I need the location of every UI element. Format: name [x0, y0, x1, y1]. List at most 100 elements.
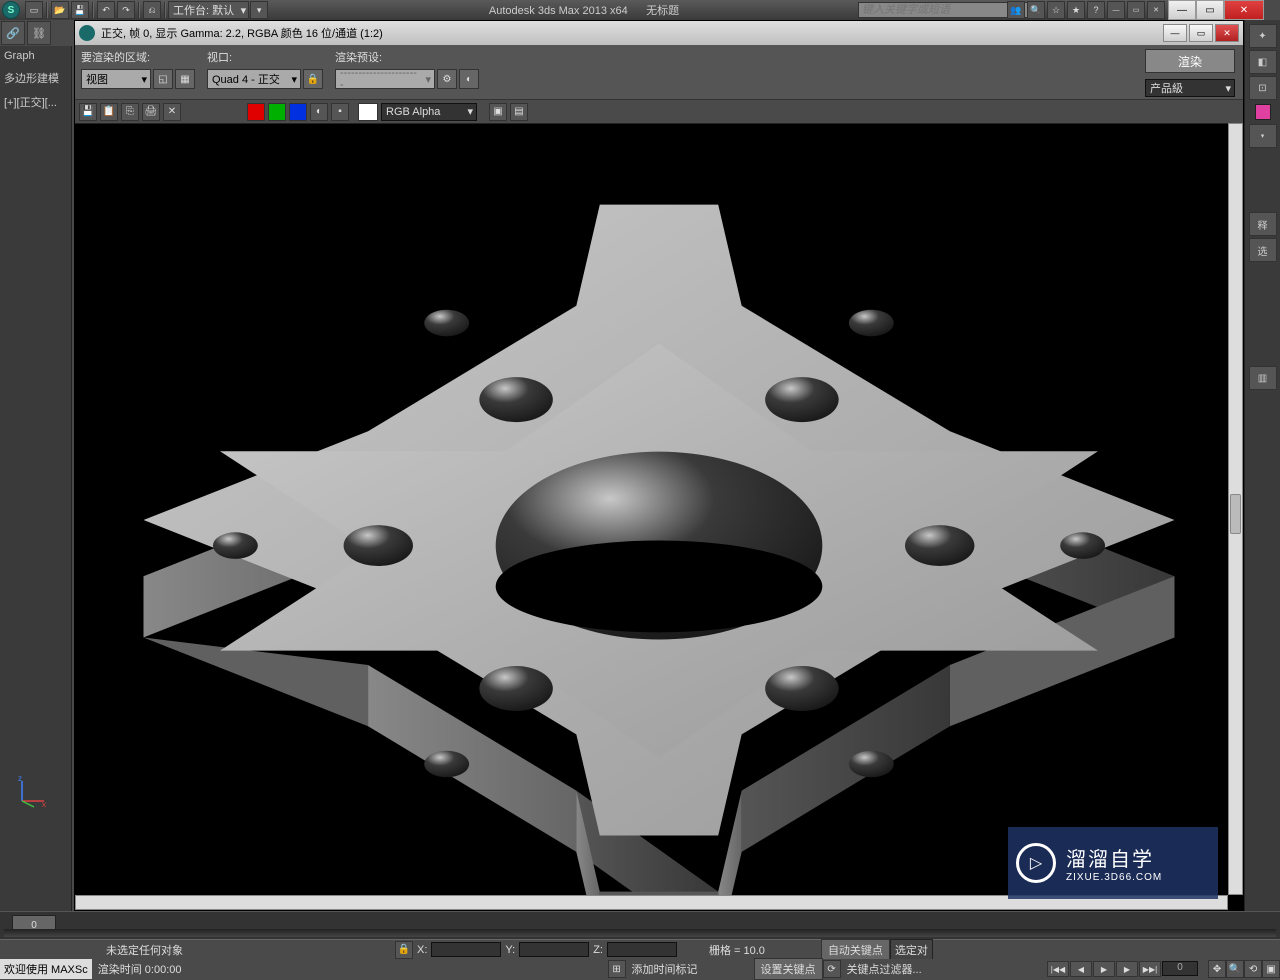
preset-dropdown[interactable]: ----------------------: [335, 69, 435, 89]
nav-pan-icon[interactable]: ✥: [1208, 960, 1226, 978]
clone-image-icon[interactable]: ⎘: [121, 103, 139, 121]
display-mode-b-icon[interactable]: ▤: [510, 103, 528, 121]
render-setup-icon[interactable]: ⚙: [437, 69, 457, 89]
nav-orbit-icon[interactable]: ⟲: [1244, 960, 1262, 978]
people-icon[interactable]: 👥: [1007, 1, 1025, 19]
display-mode-a-icon[interactable]: ▣: [489, 103, 507, 121]
modify-panel-icon[interactable]: ◧: [1249, 50, 1277, 74]
z-coord-input[interactable]: [607, 942, 677, 957]
main-toolbar: S ▭ 📂 💾 ↶ ↷ ⎌ 工作台: 默认 ▾ Autodesk 3ds Max…: [0, 0, 1168, 20]
panel-btn-b[interactable]: 选: [1249, 238, 1277, 262]
crop-icon[interactable]: ▦: [175, 69, 195, 89]
red-channel-toggle[interactable]: [247, 103, 265, 121]
display-panel-icon[interactable]: ▥: [1249, 366, 1277, 390]
production-dropdown[interactable]: 产品級: [1145, 79, 1235, 97]
os-minimize-button[interactable]: [1168, 0, 1196, 20]
panel-btn-a[interactable]: 释: [1249, 212, 1277, 236]
lock-selection-icon[interactable]: 🔒: [395, 941, 413, 959]
render-close-button[interactable]: ✕: [1215, 24, 1239, 42]
y-coord-input[interactable]: [519, 942, 589, 957]
environment-icon[interactable]: ◐: [459, 69, 479, 89]
save-image-icon[interactable]: 💾: [79, 103, 97, 121]
render-minimize-button[interactable]: —: [1163, 24, 1187, 42]
selected-filter-dropdown[interactable]: 选定对: [890, 939, 933, 961]
copy-image-icon[interactable]: 📋: [100, 103, 118, 121]
render-frame-window: 正交, 帧 0, 显示 Gamma: 2.2, RGBA 颜色 16 位/通道 …: [74, 20, 1244, 911]
workspace-flyout-icon[interactable]: ▾: [250, 1, 268, 19]
app-restore-button[interactable]: ▭: [1127, 1, 1145, 19]
object-color-swatch[interactable]: [1255, 104, 1271, 120]
os-close-button[interactable]: [1224, 0, 1264, 20]
command-panel: ✦ ◧ ⊡ ▾ 释 选 ▥: [1244, 20, 1280, 911]
hierarchy-panel-icon[interactable]: ⊡: [1249, 76, 1277, 100]
watermark-brand: 溜溜自学: [1066, 843, 1162, 872]
key-mode-icon[interactable]: ⟳: [823, 960, 841, 978]
search-input[interactable]: [858, 2, 1028, 18]
favorite-icon[interactable]: ★: [1067, 1, 1085, 19]
autokey-toggle[interactable]: 自动关键点: [821, 939, 890, 961]
dropdown-toggle-icon[interactable]: ▾: [1249, 124, 1277, 148]
render-time-label: 渲染时间 0:00:00: [92, 961, 188, 977]
time-config-icon[interactable]: ⊞: [608, 960, 626, 978]
save-file-icon[interactable]: 💾: [71, 1, 89, 19]
viewport-dropdown[interactable]: Quad 4 - 正交: [207, 69, 301, 89]
current-frame-input[interactable]: 0: [1162, 961, 1198, 976]
timeline-track[interactable]: [4, 929, 1276, 937]
render-titlebar[interactable]: 正交, 帧 0, 显示 Gamma: 2.2, RGBA 颜色 16 位/通道 …: [75, 21, 1243, 45]
render-button[interactable]: 渲染: [1145, 49, 1235, 73]
green-channel-toggle[interactable]: [268, 103, 286, 121]
modifier-label: 多边形建模: [0, 66, 71, 90]
open-file-icon[interactable]: 📂: [51, 1, 69, 19]
link-tool-icon[interactable]: 🔗: [1, 21, 25, 45]
star-icon[interactable]: ☆: [1047, 1, 1065, 19]
undo-icon[interactable]: ↶: [97, 1, 115, 19]
watermark-play-icon: ▷: [1016, 843, 1056, 883]
render-viewport: [75, 124, 1243, 910]
unlink-tool-icon[interactable]: ⛓: [27, 21, 51, 45]
graph-tab[interactable]: Graph: [0, 46, 71, 66]
lock-viewport-icon[interactable]: 🔒: [303, 69, 323, 89]
vertical-scrollbar[interactable]: [1228, 123, 1243, 895]
os-window-controls: [1168, 0, 1280, 20]
new-file-icon[interactable]: ▭: [25, 1, 43, 19]
color-swatch[interactable]: [358, 103, 378, 121]
alpha-channel-icon[interactable]: ◐: [310, 103, 328, 121]
z-label: Z:: [593, 944, 603, 956]
rendered-image: [75, 124, 1243, 910]
render-area-dropdown[interactable]: 视图: [81, 69, 151, 89]
goto-end-icon[interactable]: ▶▶|: [1139, 961, 1161, 977]
x-label: X:: [417, 944, 427, 956]
timeline[interactable]: 0: [0, 911, 1280, 939]
os-maximize-button[interactable]: [1196, 0, 1224, 20]
help-icon[interactable]: ?: [1087, 1, 1105, 19]
app-logo-icon[interactable]: S: [2, 1, 20, 19]
mono-channel-icon[interactable]: ▪: [331, 103, 349, 121]
x-coord-input[interactable]: [431, 942, 501, 957]
app-close-button[interactable]: ✕: [1147, 1, 1165, 19]
render-maximize-button[interactable]: ▭: [1189, 24, 1213, 42]
nav-max-icon[interactable]: ▣: [1262, 960, 1280, 978]
prev-frame-icon[interactable]: ◀: [1070, 961, 1092, 977]
redo-icon[interactable]: ↷: [117, 1, 135, 19]
create-panel-icon[interactable]: ✦: [1249, 24, 1277, 48]
search-icon[interactable]: 🔍: [1027, 1, 1045, 19]
add-time-marker[interactable]: 添加时间标记: [626, 961, 704, 977]
clear-icon[interactable]: ✕: [163, 103, 181, 121]
grid-status: 栅格 = 10.0: [703, 942, 771, 958]
play-icon[interactable]: ▶: [1093, 961, 1115, 977]
channel-dropdown[interactable]: RGB Alpha: [381, 103, 477, 121]
blue-channel-toggle[interactable]: [289, 103, 307, 121]
next-frame-icon[interactable]: ▶: [1116, 961, 1138, 977]
key-filters-button[interactable]: 关键点过滤器...: [841, 961, 928, 977]
print-icon[interactable]: 🖨: [142, 103, 160, 121]
status-bar: 未选定任何对象 🔒 X: Y: Z: 栅格 = 10.0 自动关键点 选定对: [0, 939, 1280, 959]
viewport-label-corner[interactable]: [+][正交][...: [0, 90, 71, 114]
workspace-dropdown[interactable]: 工作台: 默认: [168, 1, 249, 19]
set-key-button[interactable]: 设置关键点: [754, 958, 823, 980]
nav-zoom-icon[interactable]: 🔍: [1226, 960, 1244, 978]
region-icon[interactable]: ◱: [153, 69, 173, 89]
link-icon[interactable]: ⎌: [143, 1, 161, 19]
app-minimize-button[interactable]: —: [1107, 1, 1125, 19]
goto-start-icon[interactable]: |◀◀: [1047, 961, 1069, 977]
selection-status: 未选定任何对象: [100, 942, 189, 958]
